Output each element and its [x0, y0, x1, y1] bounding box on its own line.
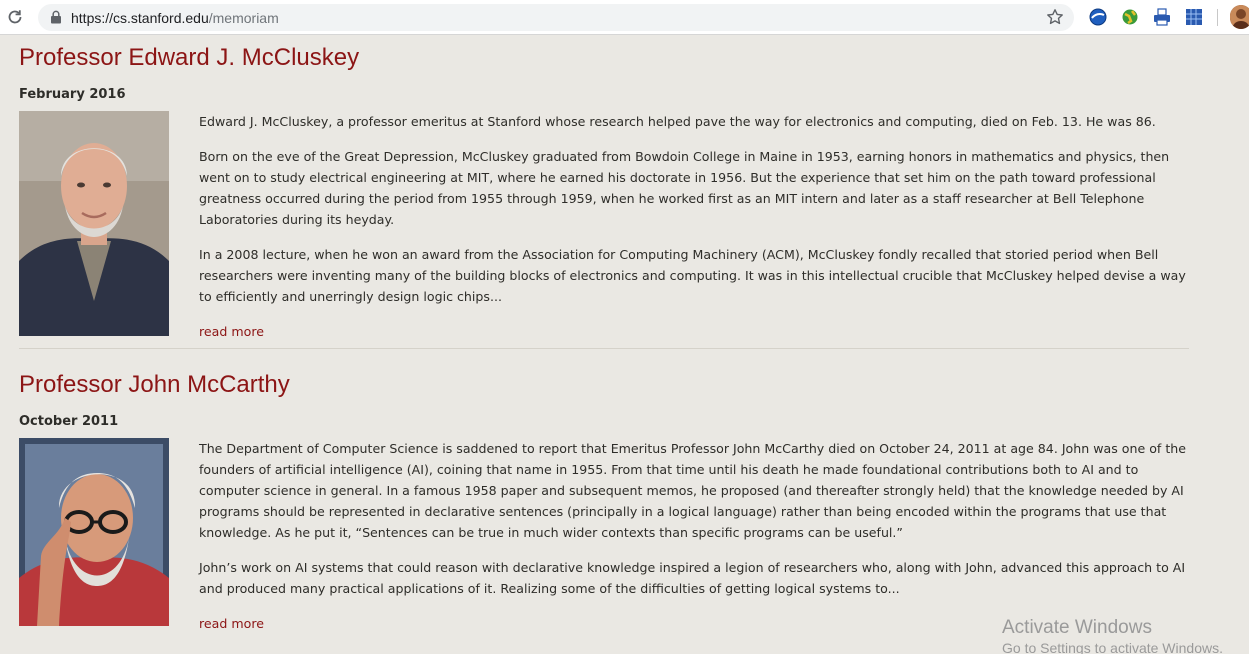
bookmark-star-icon[interactable]: [1046, 8, 1064, 26]
article-paragraph: John’s work on AI systems that could rea…: [199, 560, 1186, 596]
activate-windows-watermark: Activate Windows Go to Settings to activ…: [1002, 617, 1223, 654]
earth-extension-icon[interactable]: [1121, 8, 1139, 26]
article-title[interactable]: Professor Edward J. McCluskey: [19, 44, 359, 72]
portrait-photo: [19, 438, 169, 626]
profile-avatar[interactable]: [1230, 5, 1249, 29]
browser-toolbar: https://cs.stanford.edu/memoriam: [0, 0, 1249, 35]
url-host: https://cs.stanford.edu: [71, 10, 209, 26]
article-paragraph: The Department of Computer Science is sa…: [199, 441, 1187, 540]
read-more-link[interactable]: read more: [199, 616, 264, 631]
url-path: /memoriam: [208, 10, 279, 26]
article-body: Edward J. McCluskey, a professor emeritu…: [199, 111, 1189, 342]
article-body: The Department of Computer Science is sa…: [199, 438, 1189, 634]
watermark-title: Activate Windows: [1002, 617, 1152, 638]
article-title[interactable]: Professor John McCarthy: [19, 371, 290, 399]
grid-extension-icon[interactable]: [1185, 8, 1203, 26]
article-date: February 2016: [19, 87, 126, 102]
memoriam-content: Professor Edward J. McCluskey February 2…: [0, 36, 1249, 654]
read-more-link[interactable]: read more: [199, 324, 264, 339]
printer-extension-icon[interactable]: [1153, 8, 1171, 26]
article-divider: [19, 348, 1189, 349]
article-paragraph: In a 2008 lecture, when he won an award …: [199, 247, 1186, 304]
url-text: https://cs.stanford.edu/memoriam: [71, 10, 279, 26]
toolbar-separator: [1217, 9, 1218, 26]
article-paragraph: Edward J. McCluskey, a professor emeritu…: [199, 114, 1156, 129]
lock-icon: [51, 10, 61, 24]
reload-icon[interactable]: [6, 8, 24, 26]
address-bar[interactable]: https://cs.stanford.edu/memoriam: [38, 4, 1074, 31]
portrait-photo: [19, 111, 169, 336]
article-paragraph: Born on the eve of the Great Depression,…: [199, 149, 1170, 227]
article-date: October 2011: [19, 414, 119, 429]
globe-extension-icon[interactable]: [1089, 8, 1107, 26]
watermark-subtitle: Go to Settings to activate Windows.: [1002, 640, 1223, 654]
